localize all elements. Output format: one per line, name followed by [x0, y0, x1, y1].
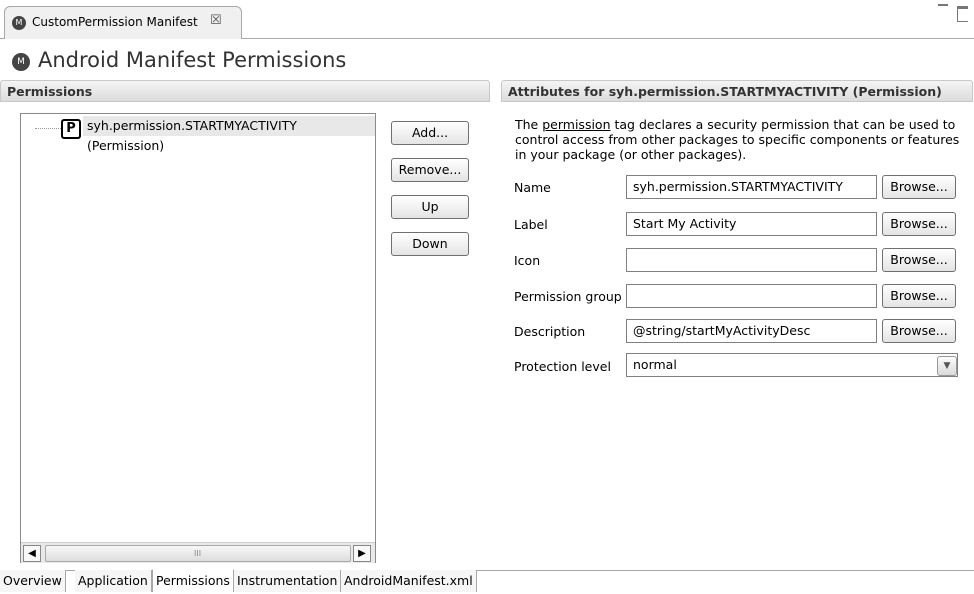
android-manifest-icon: M — [12, 16, 26, 30]
tab-instrumentation[interactable]: Instrumentation — [234, 570, 342, 592]
tab-androidmanifest-xml[interactable]: AndroidManifest.xml — [341, 570, 477, 592]
description-field[interactable]: @string/startMyActivityDesc — [626, 319, 877, 343]
scroll-right-icon[interactable]: ▶ — [353, 545, 371, 562]
scrollbar-thumb[interactable]: III — [45, 545, 351, 562]
permission-badge-icon: P — [61, 119, 81, 139]
android-manifest-icon: M — [12, 53, 30, 71]
description-prefix: The — [515, 117, 543, 132]
icon-label: Icon — [514, 253, 541, 268]
name-browse-button[interactable]: Browse... — [882, 175, 956, 199]
maximize-icon[interactable] — [957, 6, 968, 22]
down-button[interactable]: Down — [391, 232, 469, 256]
icon-field[interactable] — [626, 248, 877, 272]
horizontal-scrollbar[interactable]: ◀ III ▶ — [21, 542, 375, 563]
name-field[interactable]: syh.permission.STARTMYACTIVITY — [626, 175, 877, 199]
editor-tab-title: CustomPermission Manifest — [32, 15, 198, 29]
up-button[interactable]: Up — [391, 195, 469, 219]
tab-permissions[interactable]: Permissions — [152, 569, 234, 592]
tree-connector — [35, 128, 63, 129]
permission-group-browse-button[interactable]: Browse... — [882, 284, 956, 308]
label-label: Label — [514, 217, 548, 232]
protection-level-select[interactable]: normal — [626, 353, 958, 377]
label-field[interactable]: Start My Activity — [626, 212, 877, 236]
chevron-down-icon[interactable]: ▼ — [937, 356, 957, 376]
description-browse-button[interactable]: Browse... — [882, 319, 956, 343]
close-icon[interactable]: ☒ — [210, 13, 222, 28]
name-label: Name — [514, 180, 551, 195]
remove-button[interactable]: Remove... — [391, 158, 469, 182]
permissions-tree[interactable]: P syh.permission.STARTMYACTIVITY (Permis… — [20, 113, 376, 563]
description-label: Description — [514, 324, 586, 339]
editor-tab[interactable]: M CustomPermission Manifest ☒ — [4, 6, 242, 39]
tree-item-permission[interactable]: syh.permission.STARTMYACTIVITY (Permissi… — [83, 116, 375, 153]
editor-tab-strip: M CustomPermission Manifest ☒ — [0, 0, 974, 39]
permission-group-label: Permission group — [514, 289, 622, 304]
tab-overview[interactable]: Overview — [0, 570, 66, 592]
scroll-left-icon[interactable]: ◀ — [23, 545, 41, 562]
permission-doc-link[interactable]: permission — [542, 117, 610, 132]
permission-group-field[interactable] — [626, 284, 877, 308]
scroll-grip-icon: III — [194, 549, 202, 558]
protection-level-label: Protection level — [514, 359, 611, 374]
icon-browse-button[interactable]: Browse... — [882, 248, 956, 272]
permissions-section-header: Permissions — [0, 80, 490, 102]
label-browse-button[interactable]: Browse... — [882, 212, 956, 236]
minimize-icon[interactable] — [938, 4, 948, 12]
attributes-description: The permission tag declares a security p… — [515, 117, 967, 162]
attributes-section-header: Attributes for syh.permission.STARTMYACT… — [501, 80, 973, 102]
page-title: Android Manifest Permissions — [38, 48, 347, 72]
tab-application[interactable]: Application — [75, 570, 152, 592]
add-button[interactable]: Add... — [391, 121, 469, 145]
